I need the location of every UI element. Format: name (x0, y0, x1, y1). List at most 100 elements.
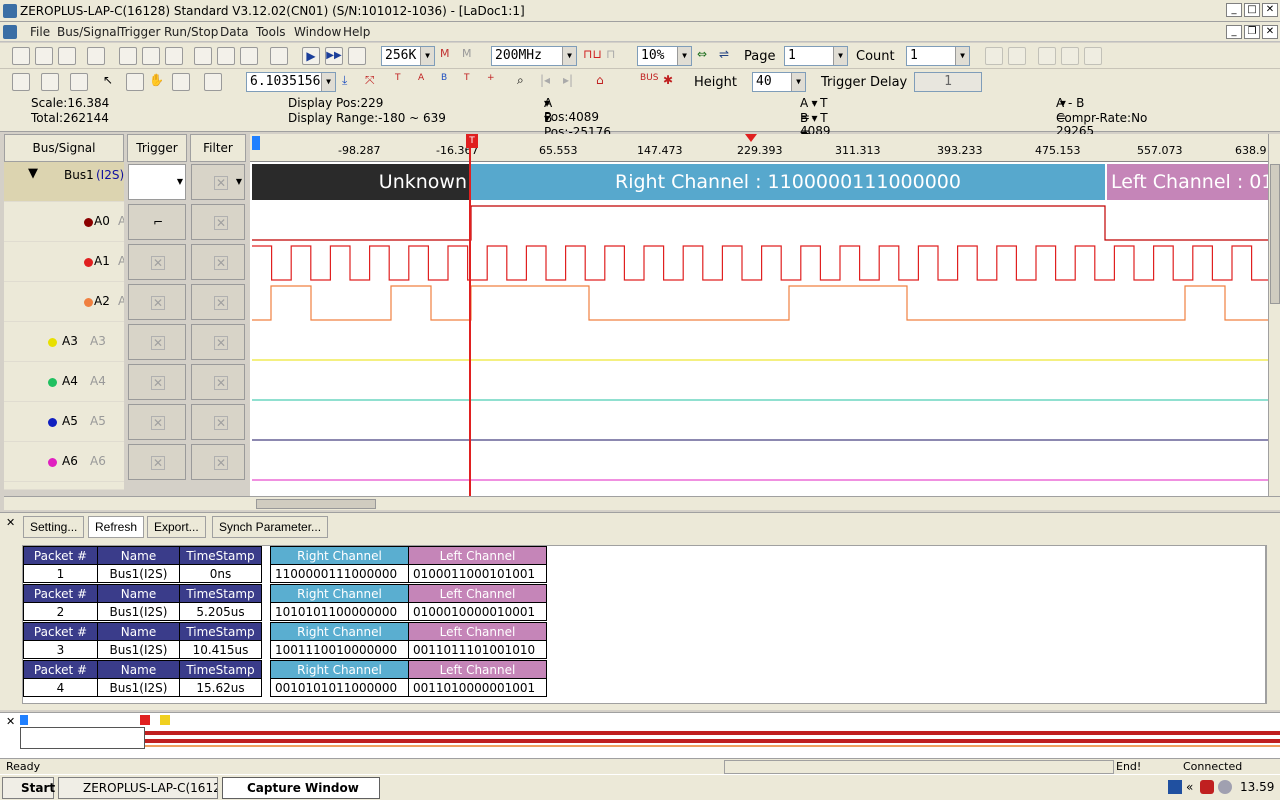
waveform-view-icon[interactable] (12, 73, 30, 91)
trigger-setting-icon[interactable] (142, 47, 160, 65)
menu-tools[interactable]: Tools (256, 25, 286, 39)
b-pos-info[interactable]: B Pos:-25176 ▾ (544, 111, 611, 139)
menu-trigger[interactable]: Trigger (119, 25, 160, 39)
collapse-arrow-icon[interactable]: ▼ (28, 166, 38, 181)
menu-run-stop[interactable]: Run/Stop (164, 25, 218, 39)
trigger-cell-bus1[interactable]: ▼ (128, 164, 186, 200)
menu-bus-signal[interactable]: Bus/Signal (57, 25, 120, 39)
scale-select[interactable]: 6.1035156 ▼ (246, 72, 336, 92)
bus-property-icon[interactable]: ✱ (663, 73, 681, 91)
zoom-in-icon[interactable]: ⇔ (697, 47, 715, 65)
maximize-button[interactable]: □ (1244, 3, 1260, 17)
bus-icon[interactable]: BUS (640, 73, 658, 91)
language-icon[interactable] (1168, 780, 1182, 794)
packet-list[interactable]: Packet # Name TimeStamp Right Channel Left C… (22, 545, 1266, 704)
count-select[interactable]: 1 ▼ (906, 46, 970, 66)
panel-close-icon[interactable]: ✕ (6, 516, 15, 529)
packet-table[interactable]: Packet # Name TimeStamp Right Channel Left C… (23, 660, 547, 697)
capture-setting-icon[interactable] (119, 47, 137, 65)
bar-add-icon[interactable]: + (487, 73, 505, 91)
signal-row-bus1[interactable]: ▼ Bus1 (I2S) (4, 162, 124, 202)
open-folder-icon[interactable] (35, 47, 53, 65)
menu-data[interactable]: Data (220, 25, 249, 39)
signal-icon[interactable] (194, 47, 212, 65)
network-icon[interactable] (1218, 780, 1232, 794)
memory-select[interactable]: 256K ▼ (381, 46, 435, 66)
waveform-hscroll-thumb[interactable] (256, 499, 376, 509)
trigger-cell-a4[interactable]: ✕ (128, 364, 186, 400)
signal-row-a3[interactable]: A3 A3 (4, 322, 124, 362)
trigger-cell-a5[interactable]: ✕ (128, 404, 186, 440)
print-icon[interactable] (87, 47, 105, 65)
setting-button[interactable]: Setting... (23, 516, 85, 538)
trigger-cell-a0[interactable]: ⌐ (128, 204, 186, 240)
horizontal-scrollbars[interactable] (4, 496, 1280, 510)
dropdown-arrow-icon[interactable]: ▼ (177, 177, 183, 186)
zoom-all-icon[interactable]: ⤧ (365, 73, 383, 91)
signal-row-a5[interactable]: A5 A5 (4, 402, 124, 442)
packet-table[interactable]: Packet # Name TimeStamp Right Channel Left C… (23, 584, 547, 621)
bar-a-icon[interactable]: A (418, 73, 436, 91)
trigger-delay-input[interactable]: 1 (914, 72, 982, 92)
export-button[interactable]: Export... (147, 516, 206, 538)
select-icon[interactable] (126, 73, 144, 91)
trigger-cell-a6[interactable]: ✕ (128, 444, 186, 480)
signal-row-a7[interactable]: A7A7 (4, 482, 124, 490)
hand-icon[interactable]: ✋ (149, 73, 167, 91)
a-t-info[interactable]: A - T = 4089 ▾ (800, 96, 831, 138)
group-icon[interactable] (240, 47, 258, 65)
filter-cell-a6[interactable]: ✕ (191, 444, 245, 480)
zoom-out-icon[interactable]: ⇌ (719, 47, 737, 65)
signal-row-a1[interactable]: A1 A (4, 242, 124, 282)
bar-t-icon[interactable]: T (395, 73, 413, 91)
filter-cell-a5[interactable]: ✕ (191, 404, 245, 440)
close-button[interactable]: ✕ (1262, 3, 1278, 17)
overview-bar[interactable]: ✕ (0, 712, 1280, 758)
shield-icon[interactable] (1200, 780, 1214, 794)
menu-help[interactable]: Help (343, 25, 370, 39)
overview-trigger-marker[interactable] (140, 715, 150, 725)
signal-row-a0[interactable]: A0 A (4, 202, 124, 242)
signal-row-a4[interactable]: A4 A4 (4, 362, 124, 402)
waveform-area[interactable]: -98.287 -16.367 65.553 147.473 229.393 3… (250, 134, 1268, 496)
refresh-button[interactable]: Refresh (88, 516, 145, 538)
signal-row-a6[interactable]: A6 A6 (4, 442, 124, 482)
repeat-run-icon[interactable]: ▶▶ (325, 47, 343, 65)
a-b-info[interactable]: A - B = 29265 ▾ (1056, 96, 1094, 138)
filter-setting-icon[interactable] (165, 47, 183, 65)
height-select[interactable]: 40 ▼ (752, 72, 806, 92)
doc-close-button[interactable]: ✕ (1262, 25, 1278, 39)
filter-cell-a0[interactable]: ✕ (191, 204, 245, 240)
overview-begin-marker[interactable] (20, 715, 28, 725)
state-view-icon[interactable] (70, 73, 88, 91)
packet-table[interactable]: Packet # Name TimeStamp Right Channel Left C… (23, 622, 547, 659)
overview-close-icon[interactable]: ✕ (6, 715, 15, 728)
dropdown-arrow-icon[interactable]: ▼ (236, 177, 242, 186)
synch-parameter-button[interactable]: Synch Parameter... (212, 516, 329, 538)
menu-file[interactable]: File (30, 25, 50, 39)
filter-cell-a1[interactable]: ✕ (191, 244, 245, 280)
start-button[interactable]: Start (2, 777, 55, 799)
measure-icon[interactable] (172, 73, 190, 91)
doc-minimize-button[interactable]: _ (1226, 25, 1242, 39)
run-icon[interactable]: ▶ (302, 47, 320, 65)
taskbar-capture-window[interactable]: Capture Window (222, 777, 380, 799)
trigger-cell-a1[interactable]: ✕ (128, 244, 186, 280)
filter-cell-a2[interactable]: ✕ (191, 284, 245, 320)
packet-vscroll[interactable] (1266, 545, 1280, 704)
bar-ta-icon[interactable]: T (464, 73, 482, 91)
packet-table[interactable]: Packet # Name TimeStamp Right Channel Left C… (23, 546, 547, 583)
clock-wave-icon[interactable]: ⊓⊔ (583, 47, 602, 65)
trigger-cell-a3[interactable]: ✕ (128, 324, 186, 360)
waveform-vscroll[interactable] (1268, 134, 1280, 496)
a-pos-info[interactable]: A Pos:4089 ▾ (544, 96, 599, 124)
minimize-button[interactable]: _ (1226, 3, 1242, 17)
trigger-cell-a2[interactable]: ✕ (128, 284, 186, 320)
taskbar-zeroplus[interactable]: ZEROPLUS-LAP-C(16128... (58, 777, 218, 799)
stop-icon[interactable] (348, 47, 366, 65)
bar-b-icon[interactable]: B (441, 73, 459, 91)
pointer-icon[interactable]: ↖ (103, 73, 121, 91)
zoom-select[interactable]: 10% ▼ (637, 46, 692, 66)
grid-icon[interactable] (204, 73, 222, 91)
b-t-info[interactable]: B - T = 25176 ▾ (800, 111, 838, 153)
